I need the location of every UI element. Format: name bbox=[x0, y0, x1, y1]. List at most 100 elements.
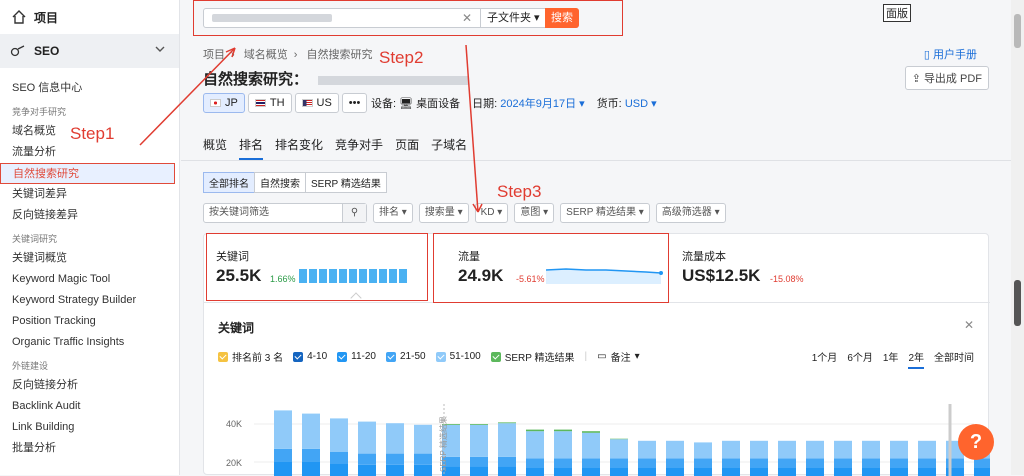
legend-serp[interactable]: SERP 精选结果 bbox=[491, 349, 575, 364]
period-1y[interactable]: 1年 bbox=[883, 349, 899, 369]
bar-segment[interactable] bbox=[582, 433, 600, 459]
filter-serp-features[interactable]: SERP 精选结果 ▾ bbox=[560, 203, 650, 223]
bar-segment[interactable] bbox=[694, 442, 712, 458]
bar-segment[interactable] bbox=[666, 441, 684, 459]
bar-segment[interactable] bbox=[358, 465, 376, 476]
sidebar-item-backlink-analytics[interactable]: 反向链接分析 bbox=[0, 375, 179, 396]
bar-segment[interactable] bbox=[526, 431, 544, 458]
legend-top3-label: 排名前 3 名 bbox=[232, 349, 283, 364]
bar-segment[interactable] bbox=[302, 462, 320, 476]
bar-segment[interactable] bbox=[666, 458, 684, 468]
period-1m[interactable]: 1个月 bbox=[812, 349, 838, 369]
bar-segment[interactable] bbox=[274, 449, 292, 462]
bar-segment[interactable] bbox=[778, 441, 796, 459]
sidebar-item-link-building[interactable]: Link Building bbox=[0, 417, 179, 438]
bar-segment[interactable] bbox=[302, 449, 320, 462]
bar-segment[interactable] bbox=[330, 463, 348, 476]
sidebar-item-organic-traffic[interactable]: Organic Traffic Insights bbox=[0, 332, 179, 353]
filter-advanced[interactable]: 高级筛选器 ▾ bbox=[656, 203, 726, 223]
legend-top3[interactable]: 排名前 3 名 bbox=[218, 349, 283, 364]
sidebar-item-keyword-overview[interactable]: 关键词概览 bbox=[0, 248, 179, 269]
bar-segment[interactable] bbox=[526, 430, 544, 432]
comment-icon: ▭ bbox=[597, 351, 606, 362]
bar-segment[interactable] bbox=[386, 423, 404, 453]
help-button[interactable]: ? bbox=[958, 424, 994, 460]
bar-segment[interactable] bbox=[498, 457, 516, 467]
user-manual-link[interactable]: ▯ 用户手册 bbox=[924, 46, 977, 62]
legend-21-50[interactable]: 21-50 bbox=[386, 351, 426, 362]
period-all[interactable]: 全部时间 bbox=[934, 349, 974, 369]
bar-segment[interactable] bbox=[302, 414, 320, 449]
metric-traffic-cost[interactable]: 流量成本 US$12.5K -15.08% bbox=[670, 234, 892, 302]
bar-segment[interactable] bbox=[498, 423, 516, 457]
bar-segment[interactable] bbox=[554, 458, 572, 468]
bar-segment[interactable] bbox=[554, 430, 572, 432]
currency-value[interactable]: USD ▾ bbox=[625, 98, 657, 110]
bar-segment[interactable] bbox=[750, 441, 768, 459]
bar-segment[interactable] bbox=[610, 458, 628, 468]
legend-4-10[interactable]: 4-10 bbox=[293, 351, 327, 362]
metric-cost-value: US$12.5K bbox=[682, 266, 760, 286]
bar-segment[interactable] bbox=[470, 424, 488, 425]
legend-11-20[interactable]: 11-20 bbox=[337, 351, 376, 362]
legend-51-100-label: 51-100 bbox=[450, 351, 481, 362]
bar-segment[interactable] bbox=[722, 441, 740, 459]
bar-segment[interactable] bbox=[638, 458, 656, 468]
bar-segment[interactable] bbox=[358, 454, 376, 465]
bar-segment[interactable] bbox=[386, 465, 404, 476]
bar-segment[interactable] bbox=[330, 452, 348, 463]
bar-segment[interactable] bbox=[834, 458, 852, 468]
sidebar-group-linkbuilding: 外链建设 bbox=[0, 357, 179, 375]
panel-button[interactable]: 面版 bbox=[883, 4, 911, 22]
sidebar-item-position-tracking[interactable]: Position Tracking bbox=[0, 311, 179, 332]
y-tick-20k: 20K bbox=[226, 458, 242, 468]
bar-segment[interactable] bbox=[414, 425, 432, 454]
sidebar-item-backlink-audit[interactable]: Backlink Audit bbox=[0, 396, 179, 417]
bar-segment[interactable] bbox=[330, 418, 348, 452]
bar-segment[interactable] bbox=[694, 458, 712, 468]
notes-dropdown[interactable]: ▭备注 ▾ bbox=[597, 349, 639, 364]
filter-intent[interactable]: 意图 ▾ bbox=[514, 203, 554, 223]
bar-segment[interactable] bbox=[526, 458, 544, 468]
bar-segment[interactable] bbox=[386, 454, 404, 465]
close-icon[interactable]: ✕ bbox=[964, 318, 974, 332]
bar-segment[interactable] bbox=[890, 458, 908, 468]
legend-51-100[interactable]: 51-100 bbox=[436, 351, 481, 362]
sidebar-item-bulk-analysis[interactable]: 批量分析 bbox=[0, 438, 179, 459]
bar-segment[interactable] bbox=[554, 431, 572, 458]
sidebar-item-keyword-strategy[interactable]: Keyword Strategy Builder bbox=[0, 290, 179, 311]
period-6m[interactable]: 6个月 bbox=[847, 349, 873, 369]
scrollbar[interactable] bbox=[1011, 0, 1024, 475]
sidebar-item-keyword-magic[interactable]: Keyword Magic Tool bbox=[0, 269, 179, 290]
bar-segment[interactable] bbox=[414, 454, 432, 465]
export-pdf-button[interactable]: ⇪ 导出成 PDF bbox=[905, 66, 989, 90]
bar-segment[interactable] bbox=[414, 465, 432, 476]
bar-segment[interactable] bbox=[806, 441, 824, 459]
scrollbar-thumb-secondary[interactable] bbox=[1014, 280, 1021, 326]
bar-segment[interactable] bbox=[806, 458, 824, 468]
bar-segment[interactable] bbox=[274, 410, 292, 448]
bar-segment[interactable] bbox=[862, 441, 880, 459]
scrollbar-thumb[interactable] bbox=[1014, 14, 1021, 48]
bar-segment[interactable] bbox=[638, 441, 656, 459]
date-value[interactable]: 2024年9月17日 ▾ bbox=[500, 98, 584, 110]
bar-segment[interactable] bbox=[358, 422, 376, 454]
bar-segment[interactable] bbox=[582, 458, 600, 468]
bar-segment[interactable] bbox=[750, 458, 768, 468]
bar-segment[interactable] bbox=[582, 431, 600, 433]
bar-segment[interactable] bbox=[498, 422, 516, 423]
bar-segment[interactable] bbox=[610, 439, 628, 458]
bar-segment[interactable] bbox=[722, 458, 740, 468]
bar-segment[interactable] bbox=[890, 441, 908, 459]
period-2y[interactable]: 2年 bbox=[908, 349, 924, 369]
arrow-step3 bbox=[466, 45, 478, 212]
bar-segment[interactable] bbox=[470, 425, 488, 457]
date-value-label: 2024年9月17日 bbox=[500, 98, 576, 110]
bar-segment[interactable] bbox=[778, 458, 796, 468]
bar-segment[interactable] bbox=[918, 458, 936, 468]
bar-segment[interactable] bbox=[274, 462, 292, 476]
bar-segment[interactable] bbox=[470, 457, 488, 467]
bar-segment[interactable] bbox=[918, 441, 936, 459]
bar-segment[interactable] bbox=[834, 441, 852, 459]
bar-segment[interactable] bbox=[862, 458, 880, 468]
